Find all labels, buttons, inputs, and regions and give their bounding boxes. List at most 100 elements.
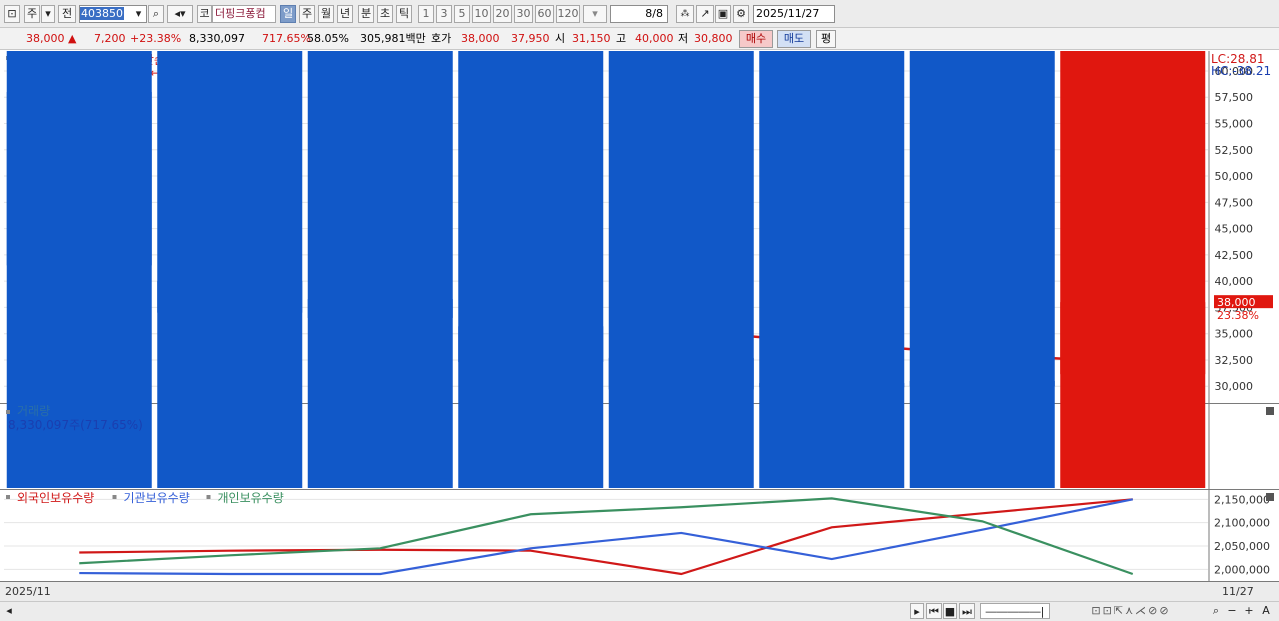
holding-legend-label: 기관보유수량: [124, 491, 190, 505]
rewind-icon[interactable]: ⏮: [926, 603, 942, 619]
y-tick-label: 42,500: [1215, 249, 1254, 262]
speaker-icon[interactable]: ◂▾: [167, 5, 193, 23]
search-icon[interactable]: ⌕: [148, 5, 164, 23]
interval-3[interactable]: 3: [436, 5, 452, 23]
volume-bar: [608, 51, 754, 488]
price-change-pct: +23.38%: [130, 32, 182, 45]
current-price: 38,000 ▲: [26, 32, 77, 45]
volume-pct: 717.65%: [262, 32, 311, 45]
period-second[interactable]: 초: [377, 5, 393, 23]
hoga-label: 호가: [431, 32, 452, 45]
y-tick-label: 2,050,000: [1214, 540, 1270, 553]
turnover-rate: 58.05%: [307, 32, 349, 45]
toolbar: ⊡ 주 ▾ 전 403850 ▾ ⌕ ◂▾ 코 더핑크퐁컴 일 주 월 년 분 …: [0, 0, 1279, 28]
interval-1[interactable]: 1: [418, 5, 434, 23]
stop-icon[interactable]: ■: [943, 603, 957, 619]
y-tick-label: 57,500: [1215, 91, 1254, 104]
scroll-right-icon[interactable]: ▸: [910, 603, 924, 619]
interval-5[interactable]: 5: [454, 5, 470, 23]
date-input[interactable]: 2025/11/27: [753, 5, 835, 23]
price-change: 7,200: [94, 32, 126, 45]
prev-button[interactable]: 전: [58, 5, 76, 23]
period-tick[interactable]: 틱: [396, 5, 412, 23]
indicator-icon[interactable]: ⁂: [676, 5, 694, 23]
y-tick-label: 2,150,000: [1214, 493, 1270, 506]
scroll-bar[interactable]: ◂ ▸ ⏮ ■ ⏭ ―――――| ⊡⊡⇱⋏⋌⊘⊘ ⌕ − + A: [0, 601, 1279, 621]
volume-bar: [909, 51, 1055, 488]
stock-name: 더핑크퐁컴: [212, 5, 276, 23]
legend-icon: [206, 495, 211, 499]
y-tick-label: 40,000: [1215, 275, 1254, 288]
y-tick-label: 55,000: [1215, 118, 1254, 131]
volume-bar: [458, 51, 604, 488]
period-month[interactable]: 월: [318, 5, 334, 23]
panel-close-icon: [1266, 407, 1274, 415]
volume-bar: [157, 51, 303, 488]
high-price: 40,000: [635, 32, 674, 45]
trade-amount: 305,981백만: [360, 32, 426, 45]
zoom-slider[interactable]: ―――――|: [980, 603, 1050, 619]
y-tick-label: 2,000,000: [1214, 563, 1270, 576]
period-minute[interactable]: 분: [358, 5, 374, 23]
hc-label: HC:-38.21: [1211, 64, 1271, 78]
y-tick-label: 45,000: [1215, 223, 1254, 236]
low-label: 저: [678, 32, 689, 45]
code-dropdown-icon[interactable]: ▾: [131, 6, 146, 22]
interval-30[interactable]: 30: [514, 5, 533, 23]
chevron-down-icon[interactable]: ▾: [41, 5, 55, 23]
zoom-out-icon[interactable]: −: [1225, 603, 1239, 619]
volume-note: 8,330,097주(717.65%): [8, 418, 143, 432]
volume-bar: [307, 51, 453, 488]
chart-type-select[interactable]: 주: [24, 5, 40, 23]
open-label: 시: [555, 32, 566, 45]
legend-icon: [6, 410, 10, 414]
interval-10[interactable]: 10: [472, 5, 491, 23]
volume-bar: [1060, 51, 1206, 488]
period-year[interactable]: 년: [337, 5, 353, 23]
draw-tool-icon[interactable]: ↗: [696, 5, 714, 23]
drawing-tools-icon[interactable]: ⊡⊡⇱⋏⋌⊘⊘: [1056, 603, 1206, 619]
text-size-icon[interactable]: A: [1259, 603, 1273, 619]
ask-price: 38,000: [461, 32, 500, 45]
interval-20[interactable]: 20: [493, 5, 512, 23]
panel-close-icon: [1266, 493, 1274, 501]
y-tick-label: 32,500: [1215, 354, 1254, 367]
sell-button[interactable]: 매도: [777, 30, 811, 48]
volume-bar: [759, 51, 905, 488]
y-tick-label: 30,000: [1215, 380, 1254, 393]
interval-dropdown-icon[interactable]: ▾: [583, 5, 607, 23]
x-axis-end-label: 11/27: [1222, 585, 1254, 598]
y-tick-label: 35,000: [1215, 328, 1254, 341]
current-pct-label: 23.38%: [1217, 309, 1259, 322]
bid-price: 37,950: [511, 32, 550, 45]
zoom-icon[interactable]: ⌕: [1209, 603, 1223, 619]
y-tick-label: 2,100,000: [1214, 517, 1270, 530]
layout-icon[interactable]: ⊡: [4, 5, 20, 23]
stock-chart[interactable]: 60,00057,50055,00052,50050,00047,50045,0…: [0, 51, 1279, 601]
period-day[interactable]: 일: [280, 5, 296, 23]
interval-120[interactable]: 120: [556, 5, 580, 23]
interval-60[interactable]: 60: [535, 5, 554, 23]
period-week[interactable]: 주: [299, 5, 315, 23]
avg-button[interactable]: 평: [816, 30, 836, 48]
y-tick-label: 47,500: [1215, 196, 1254, 209]
buy-button[interactable]: 매수: [739, 30, 773, 48]
quote-bar: 38,000 ▲ 7,200 +23.38% 8,330,097 717.65%…: [0, 28, 1279, 50]
high-label: 고: [616, 32, 627, 45]
zoom-in-icon[interactable]: +: [1242, 603, 1256, 619]
open-price: 31,150: [572, 32, 611, 45]
current-price-label: 38,000: [1217, 296, 1256, 309]
holding-legend-label: 외국인보유수량: [17, 491, 94, 505]
legend-icon: [6, 495, 10, 499]
low-price: 30,800: [694, 32, 733, 45]
y-tick-label: 50,000: [1215, 170, 1254, 183]
legend-icon: [112, 495, 117, 499]
forward-icon[interactable]: ⏭: [959, 603, 975, 619]
scroll-left-icon[interactable]: ◂: [3, 603, 15, 619]
page-indicator: 8/8: [610, 5, 668, 23]
holding-legend-label: 개인보유수량: [218, 491, 284, 505]
save-icon[interactable]: ▣: [715, 5, 731, 23]
y-tick-label: 52,500: [1215, 144, 1254, 157]
gear-icon[interactable]: ⚙: [733, 5, 749, 23]
volume-value: 8,330,097: [189, 32, 245, 45]
